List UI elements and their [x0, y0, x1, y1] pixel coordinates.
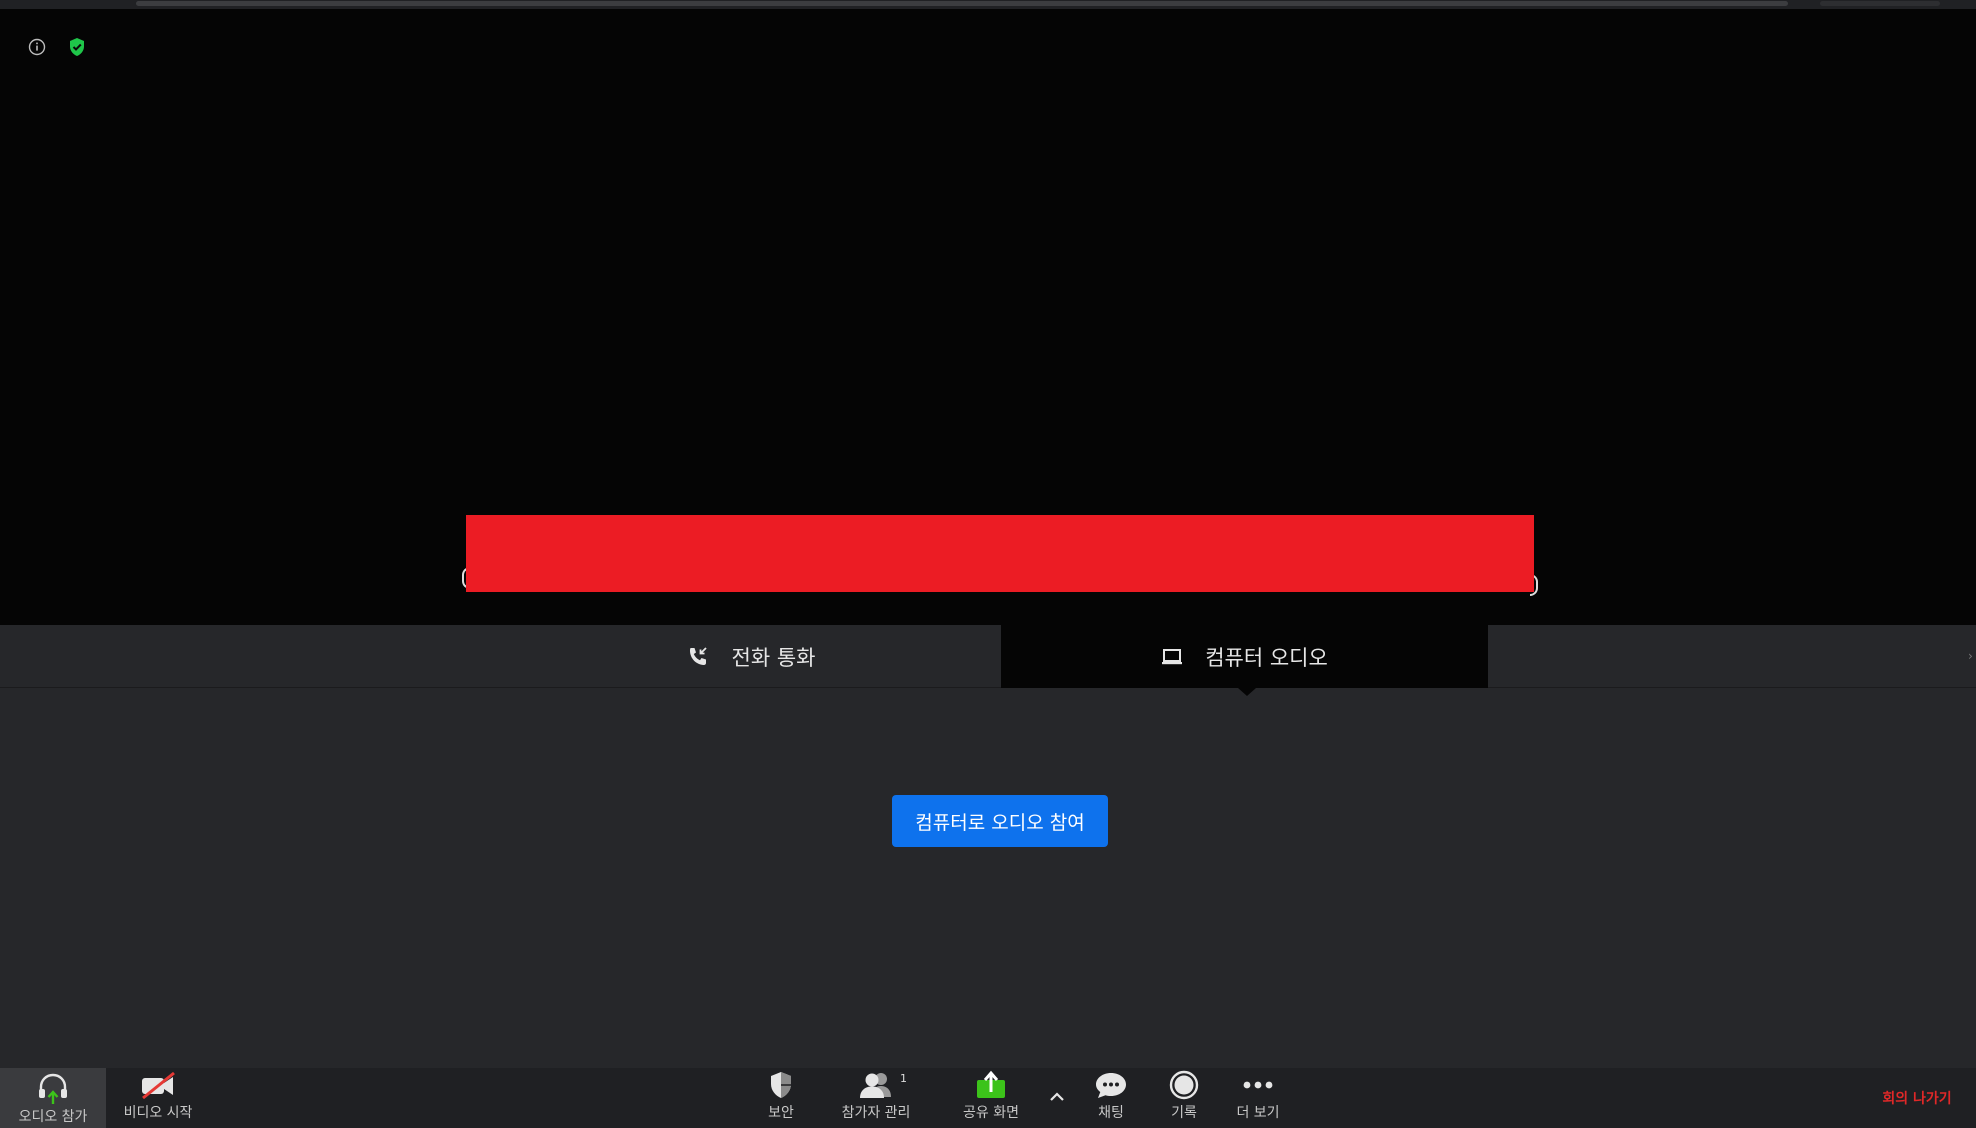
share-screen-label: 공유 화면	[963, 1105, 1019, 1121]
phone-call-icon	[686, 645, 710, 669]
chat-label: 채팅	[1098, 1105, 1124, 1121]
top-scrollbar[interactable]	[0, 0, 1976, 9]
chat-button[interactable]: 채팅	[1090, 1068, 1132, 1128]
chevron-up-icon	[1049, 1072, 1065, 1122]
video-area	[0, 9, 1976, 625]
security-button[interactable]: 보안	[760, 1068, 802, 1128]
meeting-window: 전화 통화 컴퓨터 오디오 › 컴퓨터로 오디오 참여 오디오 참가 비디오 시…	[0, 0, 1976, 1128]
chat-bubble-icon	[1094, 1068, 1128, 1102]
redacted-region	[466, 515, 1534, 592]
share-screen-button[interactable]: 공유 화면	[952, 1068, 1030, 1128]
participants-button[interactable]: 1 참가자 관리	[832, 1068, 920, 1128]
tab-computer-audio-label: 컴퓨터 오디오	[1205, 645, 1328, 670]
scrollbar-thumb[interactable]	[136, 1, 1788, 6]
more-dots-icon	[1241, 1068, 1275, 1102]
participants-count: 1	[900, 1072, 907, 1085]
participants-label: 참가자 관리	[841, 1105, 911, 1121]
laptop-icon	[1161, 648, 1183, 666]
meeting-toolbar: 오디오 참가 비디오 시작 보안 1 참가자 관리 공유 화면 채팅 기록 더 …	[0, 1068, 1976, 1128]
leave-meeting-button[interactable]: 회의 나가기	[1874, 1088, 1960, 1110]
audio-tabs: 전화 통화 컴퓨터 오디오 ›	[0, 625, 1976, 696]
record-label: 기록	[1171, 1105, 1197, 1121]
security-label: 보안	[768, 1105, 794, 1121]
tab-phone-call[interactable]: 전화 통화	[500, 625, 1001, 688]
edge-marker: ›	[1968, 649, 1973, 663]
audio-join-panel: 전화 통화 컴퓨터 오디오 › 컴퓨터로 오디오 참여	[0, 625, 1976, 1068]
share-options-caret[interactable]	[1044, 1068, 1070, 1128]
share-screen-icon	[975, 1068, 1007, 1102]
record-icon	[1169, 1068, 1199, 1102]
encryption-shield-icon[interactable]	[67, 37, 87, 57]
tab-phone-call-label: 전화 통화	[731, 645, 816, 670]
info-icon[interactable]	[28, 38, 46, 56]
more-label: 더 보기	[1236, 1105, 1280, 1121]
more-button[interactable]: 더 보기	[1230, 1068, 1286, 1128]
participants-icon: 1	[859, 1068, 907, 1102]
join-audio-label: 오디오 참가	[18, 1109, 88, 1125]
active-tab-pointer	[1238, 688, 1256, 696]
scrollbar-thumb-secondary[interactable]	[1820, 1, 1940, 6]
start-video-button[interactable]: 비디오 시작	[112, 1068, 204, 1128]
tab-computer-audio[interactable]: 컴퓨터 오디오	[1001, 625, 1488, 696]
security-shield-icon	[768, 1068, 794, 1102]
join-computer-audio-button[interactable]: 컴퓨터로 오디오 참여	[892, 795, 1108, 847]
join-audio-button[interactable]: 오디오 참가	[0, 1068, 106, 1128]
headphone-icon	[37, 1072, 69, 1106]
video-off-icon	[139, 1068, 177, 1102]
start-video-label: 비디오 시작	[123, 1105, 193, 1121]
record-button[interactable]: 기록	[1164, 1068, 1204, 1128]
